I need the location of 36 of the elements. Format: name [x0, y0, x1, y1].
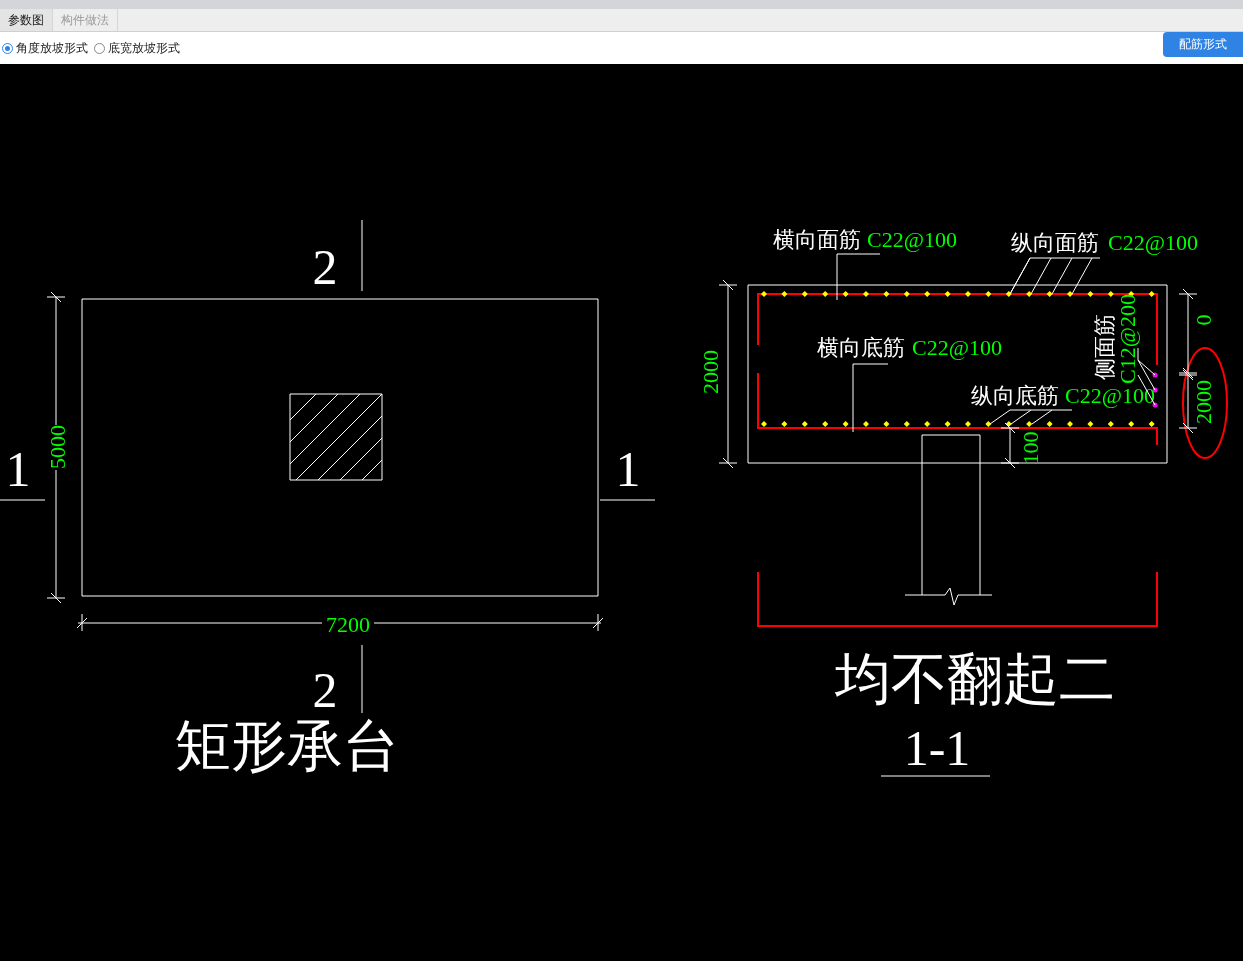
- section-line: [361, 644, 363, 714]
- rebar-name: 纵向底筋: [971, 383, 1059, 408]
- dimension-line: [1000, 422, 1020, 469]
- radio-label[interactable]: 角度放坡形式: [16, 39, 88, 57]
- dimension-text: 5000: [45, 425, 70, 469]
- section-mark: 2: [312, 239, 338, 295]
- dimension-text: 2000: [1191, 380, 1216, 424]
- section-mark: 1: [615, 441, 641, 497]
- rebar-name: 横向面筋: [773, 227, 861, 252]
- rebar-spec: C22@100: [1108, 230, 1198, 255]
- rebar-spec: C22@100: [867, 227, 957, 252]
- dimension-text: 100: [1018, 431, 1043, 465]
- dimension-text: 0: [1191, 314, 1216, 326]
- radio-button[interactable]: [94, 42, 105, 54]
- section-line: [599, 499, 656, 501]
- tab[interactable]: 参数图: [0, 9, 53, 31]
- section-mark: 1: [5, 441, 31, 497]
- rebar-name: 横向底筋: [817, 335, 905, 360]
- radio-button[interactable]: [2, 42, 13, 54]
- leader-line: [852, 363, 889, 433]
- rebar-form-button[interactable]: 配筋形式: [1163, 32, 1243, 57]
- rebar-spec: C22@100: [1065, 383, 1155, 408]
- leader-line: [836, 253, 881, 301]
- rebar-name: 侧面筋: [1092, 314, 1117, 380]
- radio-label[interactable]: 底宽放坡形式: [108, 39, 180, 57]
- section-line: [0, 499, 46, 501]
- rebar-name: 纵向面筋: [1011, 230, 1099, 255]
- dimension-text: 7200: [326, 612, 370, 637]
- section-title: 1-1: [903, 720, 971, 776]
- rebar-spec: C12@200: [1115, 294, 1140, 384]
- rebar-spec: C22@100: [912, 335, 1002, 360]
- section-mark: 2: [312, 662, 338, 718]
- dimension-line: [1178, 369, 1198, 434]
- drawing-title: 矩形承台: [175, 715, 399, 777]
- dimension-text: 2000: [698, 350, 723, 394]
- drawing-title: 均不翻起二: [835, 648, 1115, 710]
